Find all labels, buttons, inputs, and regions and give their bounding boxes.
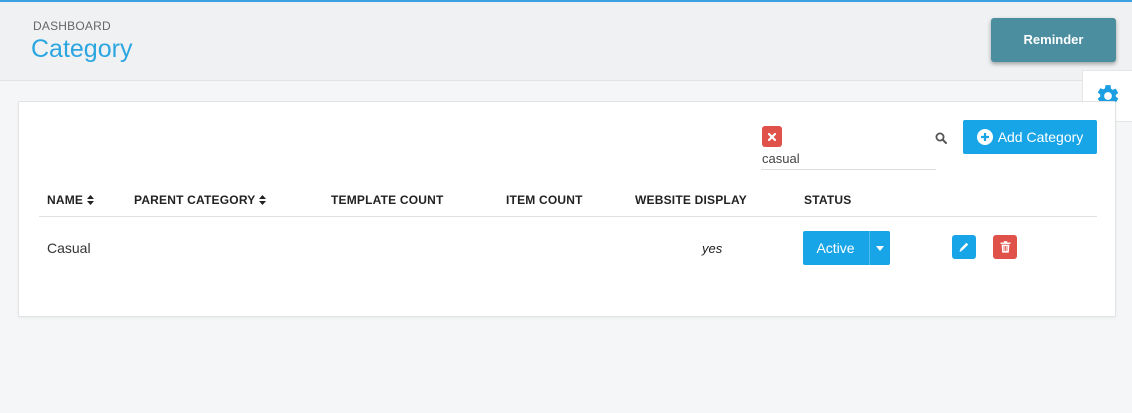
- add-category-button[interactable]: Add Category: [963, 120, 1097, 154]
- status-dropdown[interactable]: Active: [803, 231, 890, 265]
- edit-button[interactable]: [952, 235, 976, 259]
- sort-icon: [259, 194, 267, 208]
- status-caret-button[interactable]: [869, 231, 890, 265]
- category-name-cell: Casual: [47, 240, 91, 256]
- clear-search-button[interactable]: [762, 126, 782, 147]
- search-icon[interactable]: [935, 131, 947, 149]
- caret-down-icon: [876, 245, 884, 251]
- column-header-template-count: TEMPLATE COUNT: [331, 193, 444, 207]
- page-title: Category: [31, 35, 133, 63]
- column-header-website-display: WEBSITE DISPLAY: [635, 193, 747, 207]
- trash-icon: [1000, 241, 1010, 253]
- add-category-label: Add Category: [997, 129, 1084, 145]
- website-display-cell: yes: [702, 241, 723, 256]
- status-label: Active: [816, 240, 855, 256]
- table-header-divider: [39, 216, 1097, 217]
- category-panel: Add Category NAME PARENT CATEGORY TEMPLA…: [18, 101, 1116, 317]
- search-input[interactable]: [761, 148, 936, 170]
- close-icon: [767, 132, 777, 141]
- reminder-button[interactable]: Reminder: [991, 18, 1116, 62]
- pencil-icon: [959, 242, 969, 252]
- column-header-name[interactable]: NAME: [47, 193, 95, 208]
- page-header: DASHBOARD Category: [0, 2, 1132, 81]
- breadcrumb[interactable]: DASHBOARD: [33, 19, 111, 33]
- column-header-item-count: ITEM COUNT: [506, 193, 583, 207]
- plus-circle-icon: [976, 129, 993, 145]
- column-header-status: STATUS: [804, 193, 852, 207]
- delete-button[interactable]: [993, 235, 1017, 259]
- column-header-parent-category[interactable]: PARENT CATEGORY: [134, 193, 267, 208]
- sort-icon: [87, 194, 95, 208]
